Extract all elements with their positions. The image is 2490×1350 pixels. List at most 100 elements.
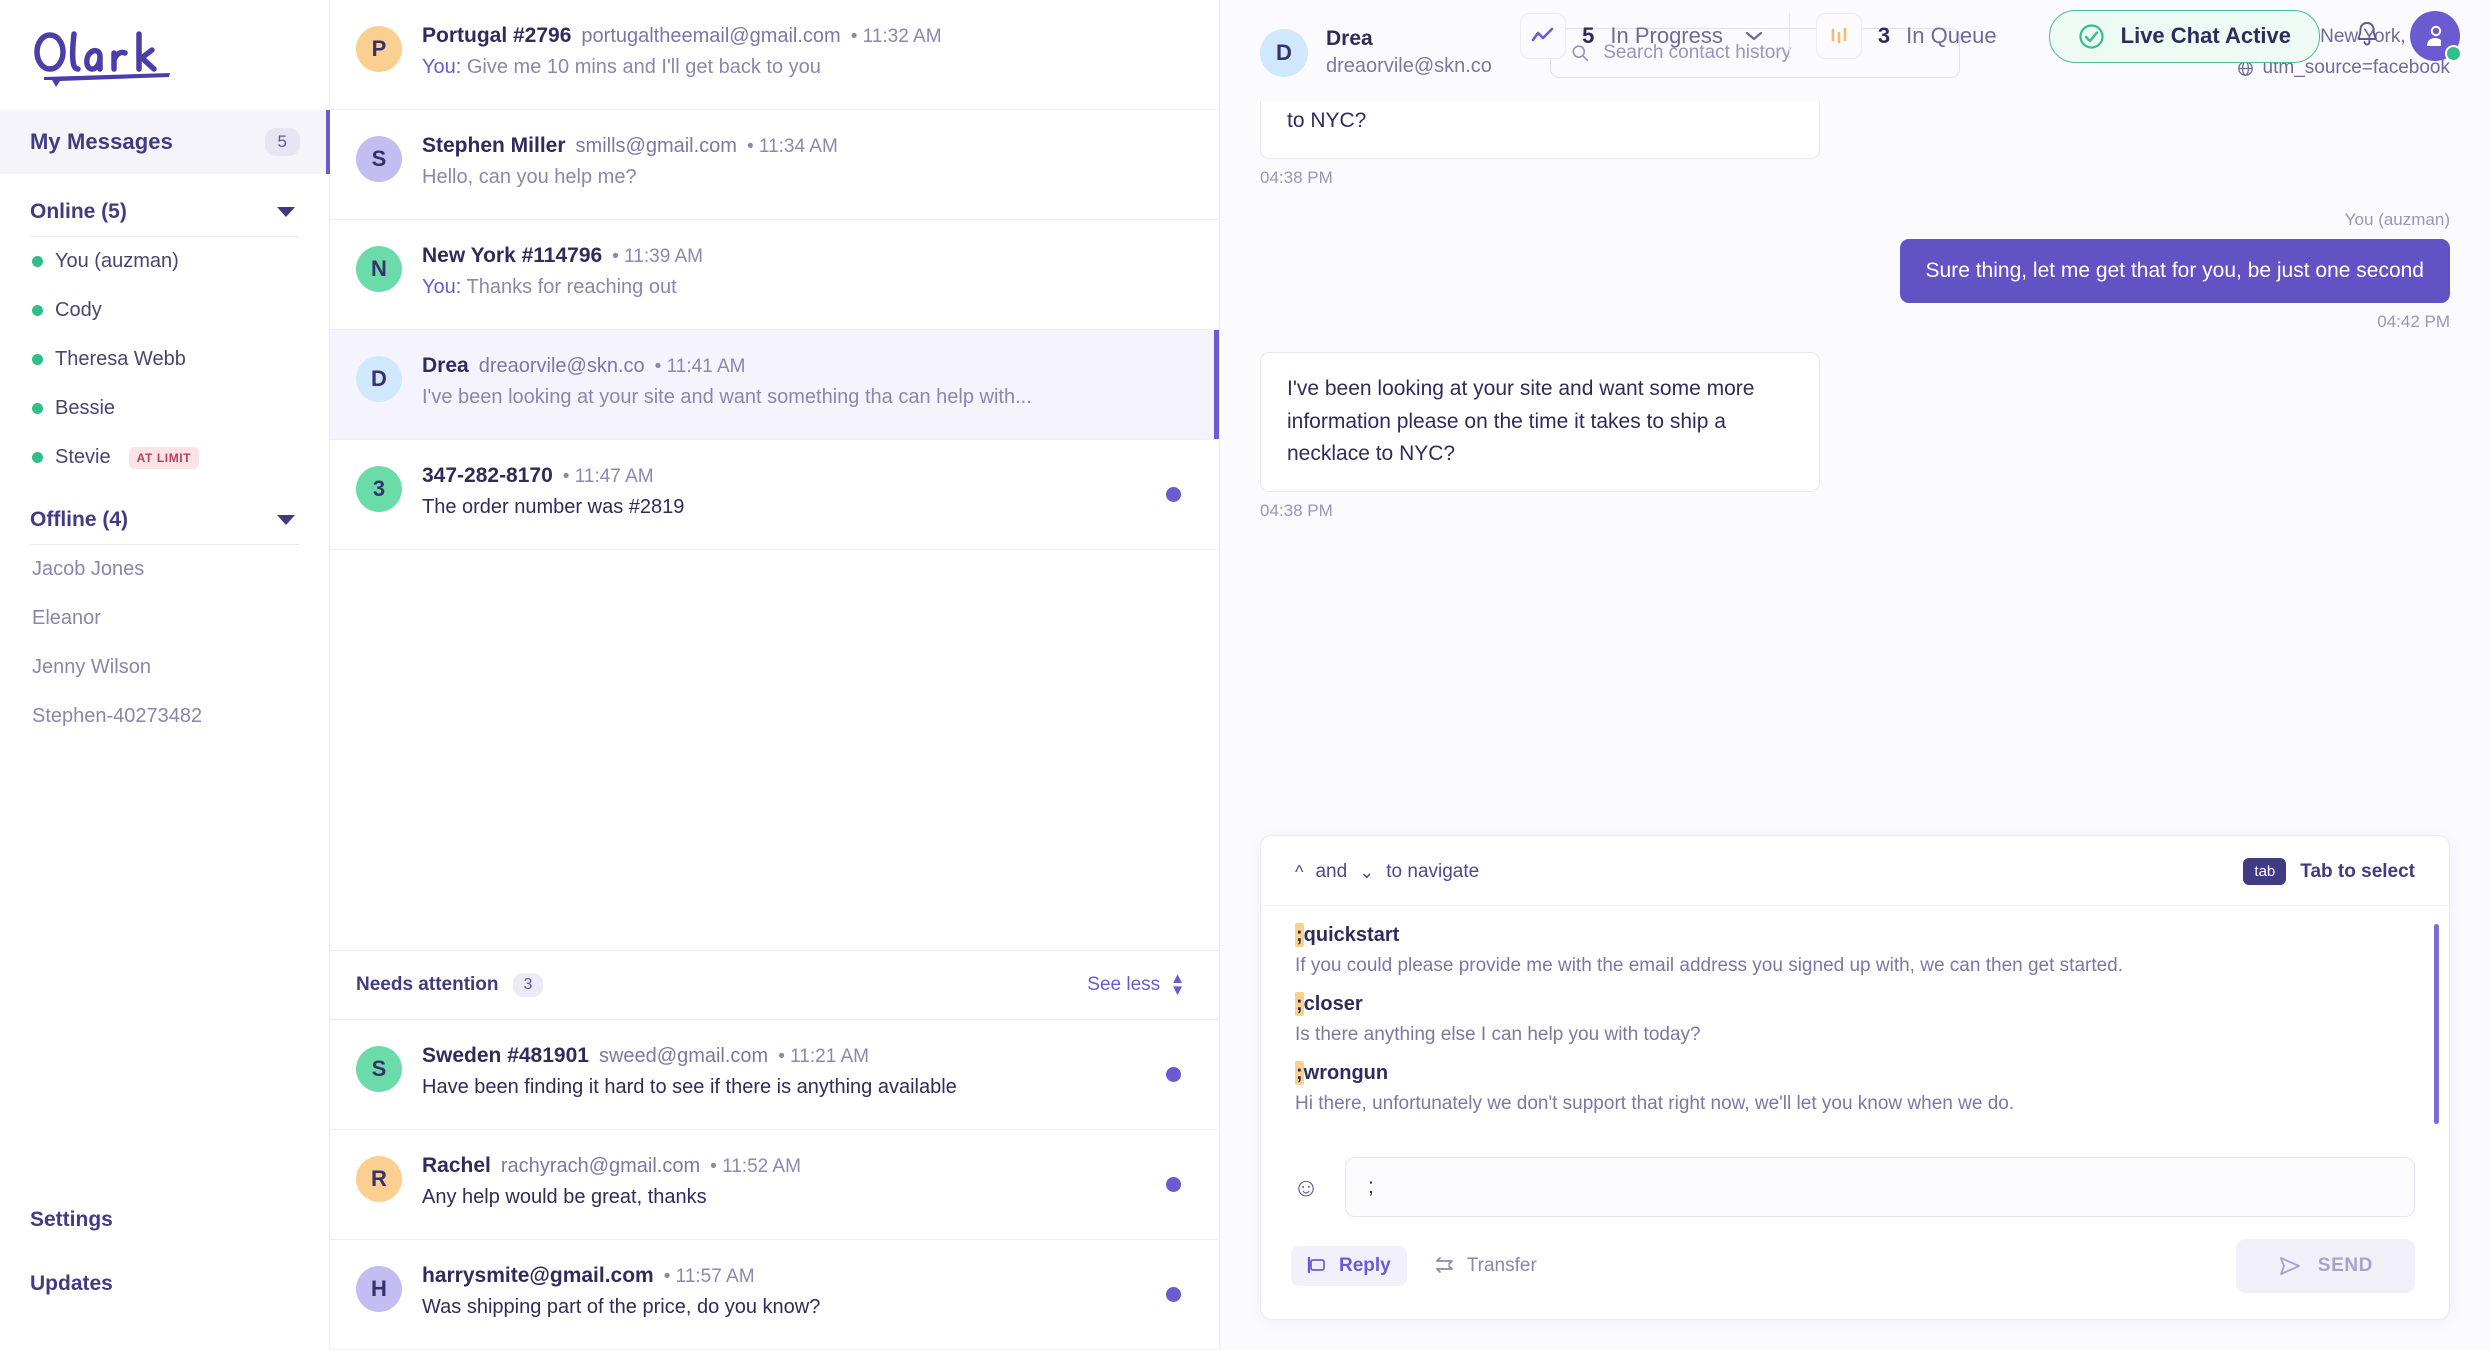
navigate-hint: ^ and ⌄ to navigate <box>1295 861 1479 883</box>
message-thread[interactable]: to NYC? 04:38 PM You (auzman) Sure thing… <box>1220 101 2490 835</box>
suggestion-scrollbar[interactable] <box>2434 924 2439 1124</box>
needs-attention-header[interactable]: Needs attention 3 See less ▲ ▼ <box>330 950 1219 1020</box>
at-limit-badge: AT LIMIT <box>128 446 200 469</box>
conversation-row[interactable]: N New York #114796 11:39 AM You: Thanks … <box>330 220 1219 330</box>
needs-attention-left: Needs attention 3 <box>356 973 544 997</box>
olark-wordmark-icon <box>34 31 170 87</box>
tab-select-hint: tab Tab to select <box>2243 858 2415 885</box>
in-queue-stat[interactable]: 3 In Queue <box>1790 13 2023 59</box>
conversation-body: harrysmite@gmail.com 11:57 AM Was shippi… <box>422 1264 1146 1319</box>
status-dot-online-icon <box>32 305 43 316</box>
hint-navigate-label: to navigate <box>1386 860 1480 882</box>
bell-icon <box>2357 21 2377 45</box>
person-name: Bessie <box>55 397 116 419</box>
chat-contact-text: Drea dreaorvile@skn.co <box>1326 27 1492 78</box>
online-person-4[interactable]: Stevie AT LIMIT <box>30 433 299 482</box>
shortcut-text: Is there anything else I can help you wi… <box>1295 1024 1701 1045</box>
in-queue-label: In Queue <box>1906 23 1997 48</box>
sidebar-item-my-messages[interactable]: My Messages 5 <box>0 110 330 174</box>
conversation-preview: The order number was #2819 <box>422 496 685 518</box>
reply-tab[interactable]: Reply <box>1291 1246 1407 1286</box>
needs-attention-row[interactable]: S Sweden #481901 sweed@gmail.com 11:21 A… <box>330 1020 1219 1130</box>
offline-group-header[interactable]: Offline (4) <box>30 482 299 544</box>
offline-person-0[interactable]: Jacob Jones <box>30 545 299 594</box>
offline-person-3[interactable]: Stephen-40273482 <box>30 692 299 741</box>
shortcut-item[interactable]: ;wrongun Hi there, unfortunately we don'… <box>1295 1061 2415 1115</box>
shortcut-semicolon: ; <box>1295 992 1304 1016</box>
send-button[interactable]: SEND <box>2235 1239 2415 1293</box>
user-avatar-icon <box>2427 25 2442 46</box>
needs-attention-row[interactable]: R Rachel rachyrach@gmail.com 11:52 AM An… <box>330 1130 1219 1240</box>
unread-dot-icon <box>1166 487 1181 502</box>
autocomplete-hint-bar: ^ and ⌄ to navigate tab Tab to select <box>1261 836 2449 906</box>
shortcut-suggestion-list[interactable]: ;quickstart If you could please provide … <box>1261 906 2449 1137</box>
user-avatar[interactable] <box>2410 11 2462 62</box>
sidebar-item-settings[interactable]: Settings <box>30 1196 299 1244</box>
line-chart-icon <box>1520 13 1567 59</box>
conversation-row[interactable]: 3 347-282-8170 11:47 AM The order number… <box>330 440 1219 550</box>
conversation-email: sweed@gmail.com <box>598 1045 769 1067</box>
sidebar-footer: Settings Updates <box>0 1196 329 1350</box>
message-block-outgoing: You (auzman) Sure thing, let me get that… <box>1260 210 2450 333</box>
tab-select-label: Tab to select <box>2300 860 2415 882</box>
avatar: S <box>356 136 402 182</box>
online-person-2[interactable]: Theresa Webb <box>30 335 299 384</box>
needs-attention-row[interactable]: H harrysmite@gmail.com 11:57 AM Was ship… <box>330 1240 1219 1350</box>
message-input[interactable] <box>1345 1157 2415 1217</box>
conversation-body: 347-282-8170 11:47 AM The order number w… <box>422 464 1146 519</box>
conversation-preview: Have been finding it hard to see if ther… <box>422 1076 957 1098</box>
online-person-3[interactable]: Bessie <box>30 384 299 433</box>
my-messages-label: My Messages <box>30 129 173 154</box>
in-progress-stat[interactable]: 5 In Progress <box>1494 13 1789 59</box>
composer-wrapper: ^ and ⌄ to navigate tab Tab to select ;q… <box>1220 835 2490 1350</box>
shortcut-item[interactable]: ;quickstart If you could please provide … <box>1295 923 2415 977</box>
conversation-row-selected[interactable]: D Drea dreaorvile@skn.co 11:41 AM I've b… <box>330 330 1219 440</box>
shortcut-text: If you could please provide me with the … <box>1295 955 2124 976</box>
in-progress-count: 5 <box>1582 23 1595 48</box>
live-chat-status-button[interactable]: Live Chat Active <box>2048 9 2320 63</box>
unread-dot-icon <box>1166 1287 1181 1302</box>
olark-logo[interactable] <box>0 0 329 110</box>
online-person-0[interactable]: You (auzman) <box>30 237 299 286</box>
conversation-time: 11:52 AM <box>710 1156 801 1178</box>
offline-group-title: Offline (4) <box>30 508 128 531</box>
status-dot-online-icon <box>32 354 43 365</box>
preview-text: Give me 10 mins and I'll get back to you <box>466 56 821 78</box>
shortcut-name: ;quickstart <box>1295 923 2415 947</box>
message-bubble-outgoing: Sure thing, let me get that for you, be … <box>1899 238 2450 304</box>
conversation-list-scroll[interactable]: P Portugal #2796 portugaltheemail@gmail.… <box>330 0 1219 950</box>
conversation-name: Rachel <box>422 1154 491 1177</box>
shortcut-item[interactable]: ;closer Is there anything else I can hel… <box>1295 992 2415 1046</box>
message-timestamp: 04:38 PM <box>1260 500 1333 520</box>
person-name: Stevie <box>55 446 111 468</box>
left-sidebar: My Messages 5 Online (5) You (auzman) Co… <box>0 0 330 1350</box>
online-person-1[interactable]: Cody <box>30 286 299 335</box>
sidebar-item-updates[interactable]: Updates <box>30 1260 299 1308</box>
send-plane-icon <box>2279 1257 2300 1275</box>
avatar: D <box>1260 28 1308 77</box>
conversation-time: 11:47 AM <box>563 466 654 488</box>
conversation-header: Rachel rachyrach@gmail.com 11:52 AM <box>422 1154 1146 1178</box>
notifications-button[interactable] <box>2354 20 2380 53</box>
conversation-row[interactable]: P Portugal #2796 portugaltheemail@gmail.… <box>330 0 1219 110</box>
chevron-down-icon[interactable] <box>277 207 295 217</box>
chevron-down-icon[interactable] <box>277 515 295 525</box>
chevron-down-icon[interactable] <box>1745 30 1763 42</box>
conversation-time: 11:57 AM <box>664 1266 755 1288</box>
conversation-name: Sweden #481901 <box>422 1044 589 1067</box>
see-less-button[interactable]: See less ▲ ▼ <box>1087 971 1185 998</box>
status-dot-online-icon <box>32 452 43 463</box>
offline-person-2[interactable]: Jenny Wilson <box>30 643 299 692</box>
avatar: 3 <box>356 466 402 512</box>
conversation-row[interactable]: S Stephen Miller smills@gmail.com 11:34 … <box>330 110 1219 220</box>
smiley-icon[interactable]: ☺ <box>1291 1174 1321 1200</box>
conversation-name: New York #114796 <box>422 244 603 267</box>
conversation-body: Drea dreaorvile@skn.co 11:41 AM I've bee… <box>422 354 1185 409</box>
chat-contact: D Drea dreaorvile@skn.co <box>1260 27 1492 78</box>
preview-text: Thanks for reaching out <box>466 276 677 298</box>
needs-attention-title: Needs attention <box>356 974 499 995</box>
online-group-header[interactable]: Online (5) <box>30 174 299 236</box>
offline-person-1[interactable]: Eleanor <box>30 594 299 643</box>
conversation-name: Portugal #2796 <box>422 24 572 47</box>
transfer-button[interactable]: Transfer <box>1417 1246 1553 1286</box>
